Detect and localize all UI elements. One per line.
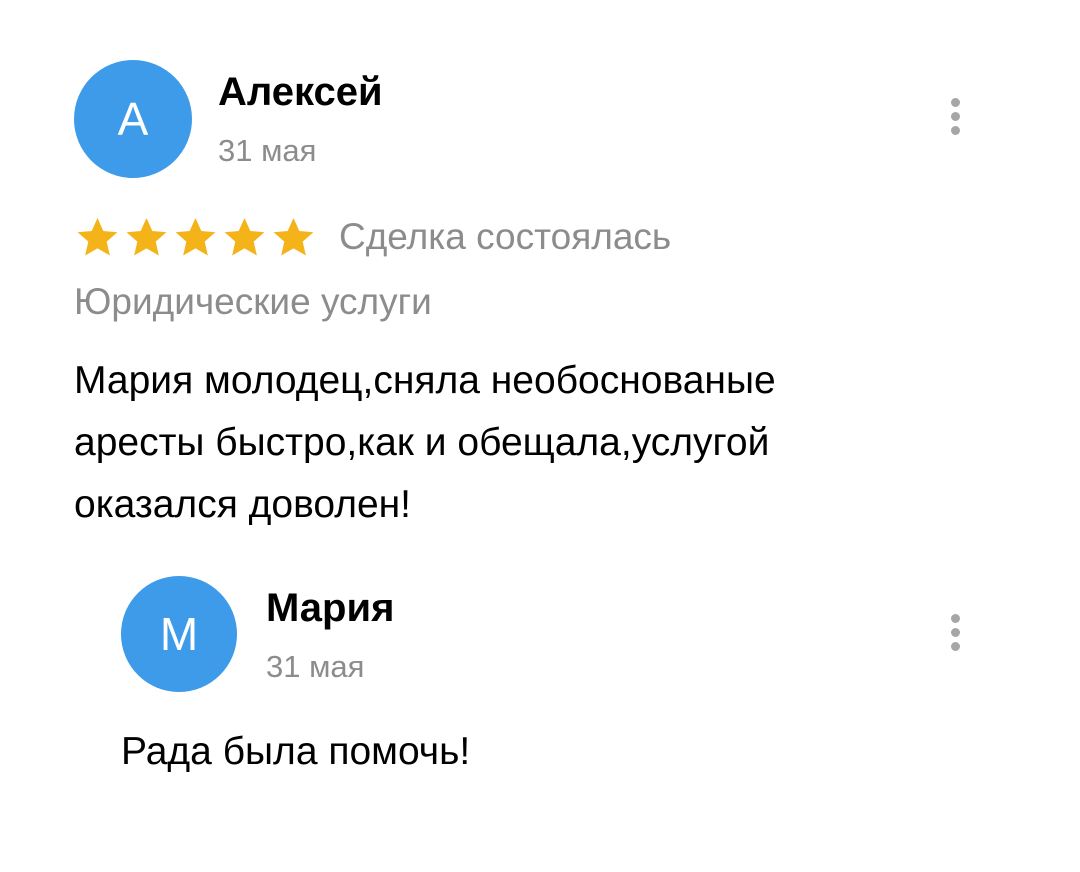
reply-text: Рада была помочь! xyxy=(121,730,471,773)
reviewer-avatar-letter: А xyxy=(117,93,149,145)
rating-stars xyxy=(74,215,317,260)
review-card: А Алексей 31 мая Сделка состоялась Юриди… xyxy=(0,0,1080,560)
reply-more-button[interactable] xyxy=(937,606,973,658)
more-vertical-icon xyxy=(950,97,960,107)
review-more-button[interactable] xyxy=(937,90,973,142)
more-vertical-icon-dot xyxy=(950,627,960,637)
replier-name[interactable]: Мария xyxy=(266,584,394,632)
review-date: 31 мая xyxy=(218,133,317,168)
star-icon xyxy=(224,217,265,255)
star-icon xyxy=(273,217,314,255)
star-icon xyxy=(175,217,216,255)
more-vertical-icon-dot xyxy=(950,125,960,135)
replier-avatar-letter: М xyxy=(159,608,199,660)
review-text: Мария молодец,сняла необоснованые аресты… xyxy=(74,359,776,526)
more-vertical-icon xyxy=(950,613,960,623)
deal-status: Сделка состоялась xyxy=(339,216,672,257)
rating-row: Сделка состоялась xyxy=(74,212,671,262)
more-vertical-icon-dot xyxy=(950,111,960,121)
more-vertical-icon-dot xyxy=(950,641,960,651)
replier-avatar[interactable]: М xyxy=(121,576,237,692)
reviewer-avatar[interactable]: А xyxy=(74,60,192,178)
reviewer-name[interactable]: Алексей xyxy=(218,68,383,116)
star-icon xyxy=(77,217,118,255)
star-icon xyxy=(126,217,167,255)
service-category: Юридические услуги xyxy=(74,281,432,322)
reply-date: 31 мая xyxy=(266,649,365,684)
